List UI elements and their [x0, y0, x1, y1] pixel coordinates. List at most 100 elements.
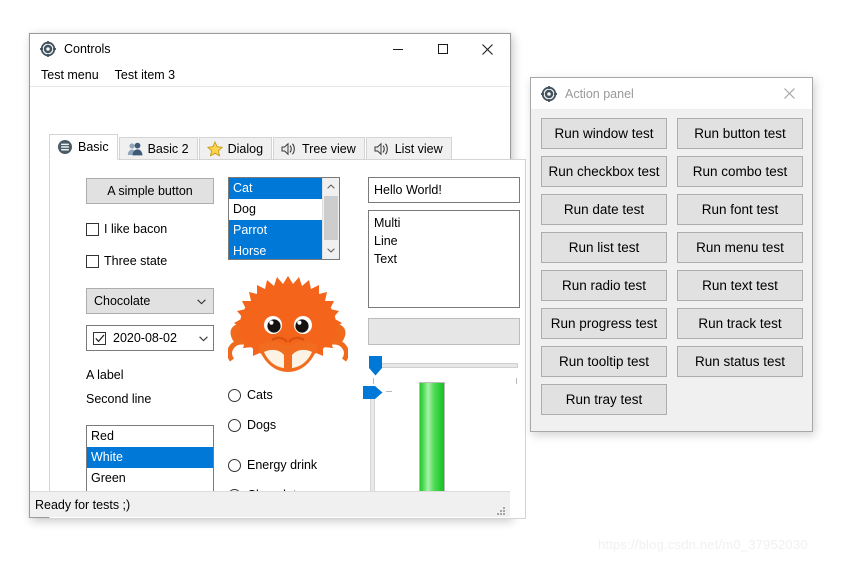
run-combo-test-button[interactable]: Run combo test [677, 156, 803, 187]
menubar: Test menu Test item 3 [30, 64, 510, 87]
slider-handle[interactable] [363, 386, 383, 404]
chevron-down-icon[interactable] [323, 242, 339, 259]
list-item[interactable]: Dog [229, 199, 322, 220]
tab-list-view[interactable]: List view [365, 137, 452, 160]
run-list-test-button[interactable]: Run list test [541, 232, 667, 263]
run-tray-test-button[interactable]: Run tray test [541, 384, 667, 415]
run-text-test-button[interactable]: Run text test [677, 270, 803, 301]
tab-tree-view[interactable]: Tree view [273, 137, 365, 160]
list-item[interactable]: White [87, 447, 213, 468]
maximize-button[interactable] [420, 34, 465, 64]
tab-basic[interactable]: Basic [49, 134, 118, 160]
tab-label: List view [394, 142, 443, 156]
run-status-test-button[interactable]: Run status test [677, 346, 803, 377]
run-window-test-button[interactable]: Run window test [541, 118, 667, 149]
minimize-button[interactable] [375, 34, 420, 64]
run-radio-test-button[interactable]: Run radio test [541, 270, 667, 301]
resize-grip-icon[interactable] [496, 503, 506, 515]
run-menu-test-button[interactable]: Run menu test [677, 232, 803, 263]
simple-button[interactable]: A simple button [86, 178, 214, 204]
controls-window: Controls Test menu Test item 3 Basic Bas… [29, 33, 526, 519]
action-panel-window: Action panel Run window test Run button … [530, 77, 813, 432]
close-button[interactable] [465, 34, 510, 64]
slider-handle[interactable] [369, 356, 382, 381]
ferris-crab-image [227, 268, 349, 378]
status-text: Ready for tests ;) [35, 497, 131, 512]
speaker-icon [281, 141, 297, 157]
watermark: https://blog.csdn.net/m0_37952030 [598, 537, 808, 552]
multiline-text-area[interactable]: Multi Line Text [368, 210, 520, 308]
menu-item-test-menu[interactable]: Test menu [33, 66, 107, 84]
basic-tab-panel: A simple button I like bacon Three state… [49, 159, 526, 519]
checkbox-three-state[interactable]: Three state [86, 254, 167, 268]
checkbox-box [86, 254, 99, 268]
label-a-label: A label [86, 368, 124, 382]
run-checkbox-test-button[interactable]: Run checkbox test [541, 156, 667, 187]
tab-basic-2[interactable]: Basic 2 [118, 137, 198, 160]
date-checkbox[interactable] [93, 331, 106, 345]
radio-cats[interactable]: Cats [228, 388, 273, 402]
horizontal-progress-bar [368, 318, 520, 345]
list-item[interactable]: Cat [229, 178, 322, 199]
vertical-progress-bar [419, 382, 445, 509]
checkbox-box [86, 222, 99, 236]
slider-tick [516, 378, 517, 384]
gear-icon [541, 85, 557, 102]
radio-circle [228, 388, 241, 402]
run-track-test-button[interactable]: Run track test [677, 308, 803, 339]
flavor-combobox[interactable]: Chocolate [86, 288, 214, 314]
run-button-test-button[interactable]: Run button test [677, 118, 803, 149]
action-window-title: Action panel [565, 86, 634, 101]
radio-circle [228, 458, 241, 472]
tab-label: Dialog [227, 142, 264, 156]
label-second-line: Second line [86, 392, 152, 406]
list-item[interactable]: Red [87, 426, 213, 447]
tab-label: Basic [78, 140, 109, 154]
checkbox-label: I like bacon [104, 222, 168, 236]
list-item[interactable]: Green [87, 468, 213, 489]
radio-dogs[interactable]: Dogs [228, 418, 276, 432]
list-bullet-icon [57, 139, 73, 155]
list-item[interactable]: Parrot [229, 220, 322, 241]
tab-label: Tree view [302, 142, 356, 156]
chevron-down-icon [197, 294, 206, 308]
chevron-up-icon[interactable] [323, 178, 339, 195]
star-icon [206, 140, 223, 157]
run-date-test-button[interactable]: Run date test [541, 194, 667, 225]
tabstrip: Basic Basic 2 Dialog Tree view List view [49, 134, 453, 160]
slider-track[interactable] [370, 363, 518, 368]
people-icon [127, 141, 143, 157]
radio-label: Energy drink [247, 458, 318, 472]
chevron-down-icon[interactable] [199, 331, 208, 345]
main-titlebar[interactable]: Controls [30, 34, 510, 64]
run-tooltip-test-button[interactable]: Run tooltip test [541, 346, 667, 377]
close-icon[interactable] [767, 78, 812, 108]
action-button-grid: Run window test Run button test Run chec… [541, 118, 803, 415]
menu-item-test-item-3[interactable]: Test item 3 [107, 66, 183, 84]
run-progress-test-button[interactable]: Run progress test [541, 308, 667, 339]
listbox-scrollbar[interactable] [322, 178, 339, 259]
screen: Controls Test menu Test item 3 Basic Bas… [0, 0, 857, 562]
radio-label: Dogs [247, 418, 277, 432]
slider-track[interactable] [370, 392, 375, 504]
animal-listbox[interactable]: Cat Dog Parrot Horse [228, 177, 340, 260]
progress-fill [420, 383, 444, 508]
hello-text-input[interactable]: Hello World! [368, 177, 520, 203]
radio-energy-drink[interactable]: Energy drink [228, 458, 317, 472]
main-titlebar-buttons [375, 34, 510, 64]
run-font-test-button[interactable]: Run font test [677, 194, 803, 225]
checkbox-label: Three state [104, 254, 168, 268]
action-titlebar[interactable]: Action panel [531, 78, 812, 110]
tab-dialog[interactable]: Dialog [198, 137, 273, 160]
gear-icon [40, 41, 56, 57]
list-item[interactable]: Horse [229, 241, 322, 259]
main-window-title: Controls [64, 42, 111, 56]
checkbox-i-like-bacon[interactable]: I like bacon [86, 222, 167, 236]
tab-label: Basic 2 [147, 142, 189, 156]
date-value: 2020-08-02 [113, 331, 177, 345]
horizontal-slider[interactable] [366, 353, 524, 384]
date-picker[interactable]: 2020-08-02 [86, 325, 214, 351]
slider-tick [386, 391, 392, 392]
radio-circle [228, 418, 241, 432]
scrollbar-thumb[interactable] [324, 196, 338, 240]
